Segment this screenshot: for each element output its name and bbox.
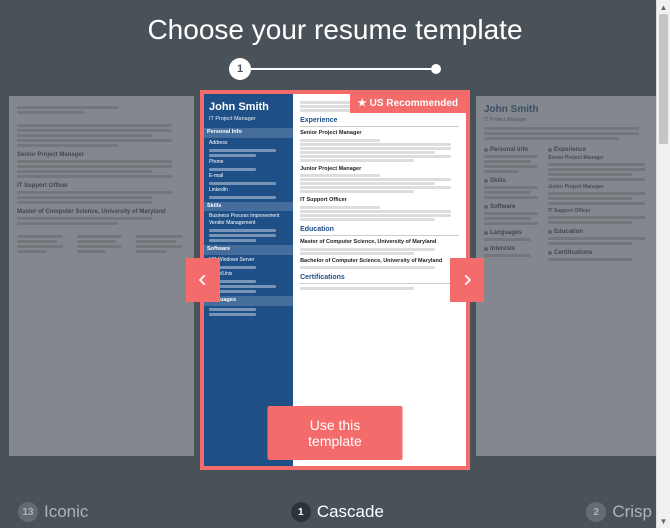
step-1-dot: 1 xyxy=(229,58,251,80)
sw-2: Linux/Unix xyxy=(209,271,288,278)
star-icon: ★ xyxy=(358,98,367,109)
sec-education: Education xyxy=(300,225,459,236)
sec-software: Software xyxy=(204,245,293,255)
skill-1: Business Process Improvement xyxy=(209,213,288,220)
recommended-badge: ★ US Recommended xyxy=(350,94,466,113)
scroll-down-icon[interactable]: ▼ xyxy=(657,514,670,528)
use-template-button[interactable]: Use this template xyxy=(268,406,403,460)
num-badge-crisp: 2 xyxy=(586,502,606,522)
label-iconic[interactable]: 13 Iconic xyxy=(18,502,88,522)
template-labels: 13 Iconic 1 Cascade 2 Crisp xyxy=(0,502,670,522)
sec-experience: Experience xyxy=(300,116,459,127)
next-arrow-button[interactable] xyxy=(450,258,484,302)
step-end-dot xyxy=(431,64,441,74)
prev-arrow-button[interactable] xyxy=(186,258,220,302)
stepper: 1 xyxy=(0,58,670,80)
dim-overlay xyxy=(9,96,194,456)
resume-role: IT Project Manager xyxy=(209,116,288,124)
num-badge-iconic: 13 xyxy=(18,502,38,522)
label-crisp[interactable]: 2 Crisp xyxy=(586,502,652,522)
sec-personal: Personal Info xyxy=(204,128,293,138)
badge-text: US Recommended xyxy=(370,98,458,109)
chevron-right-icon xyxy=(460,273,474,287)
job-1: Senior Project Manager xyxy=(300,130,459,137)
skill-2: Vendor Management xyxy=(209,220,288,227)
lbl-address: Address xyxy=(209,140,288,147)
label-crisp-text: Crisp xyxy=(612,502,652,522)
scrollbar[interactable]: ▲ ▼ xyxy=(656,0,670,528)
lbl-email: E-mail xyxy=(209,173,288,180)
page-title: Choose your resume template xyxy=(0,0,670,54)
label-cascade[interactable]: 1 Cascade xyxy=(291,502,384,522)
chevron-left-icon xyxy=(196,273,210,287)
edu-2: Bachelor of Computer Science, University… xyxy=(300,258,459,265)
lbl-linkedin: LinkedIn xyxy=(209,187,288,194)
sec-skills: Skills xyxy=(204,202,293,212)
resume-name: John Smith xyxy=(209,100,288,115)
scroll-up-icon[interactable]: ▲ xyxy=(657,0,670,14)
job-3: IT Support Officer xyxy=(300,197,459,204)
template-carousel: Senior Project Manager IT Support Office… xyxy=(0,90,670,490)
template-card-crisp[interactable]: John Smith IT Project Manager Personal I… xyxy=(476,96,661,456)
sw-1: MS Windows Server xyxy=(209,257,288,264)
dim-overlay xyxy=(476,96,661,456)
template-card-cascade-wrap: John Smith IT Project Manager Personal I… xyxy=(200,90,470,470)
label-cascade-text: Cascade xyxy=(317,502,384,522)
scroll-thumb[interactable] xyxy=(659,14,668,144)
job-2: Junior Project Manager xyxy=(300,166,459,173)
label-iconic-text: Iconic xyxy=(44,502,88,522)
sec-certs: Certifications xyxy=(300,273,459,284)
edu-1: Master of Computer Science, University o… xyxy=(300,239,459,246)
template-card-iconic[interactable]: Senior Project Manager IT Support Office… xyxy=(9,96,194,456)
step-line xyxy=(251,68,431,70)
lbl-phone: Phone xyxy=(209,159,288,166)
num-badge-cascade: 1 xyxy=(291,502,311,522)
